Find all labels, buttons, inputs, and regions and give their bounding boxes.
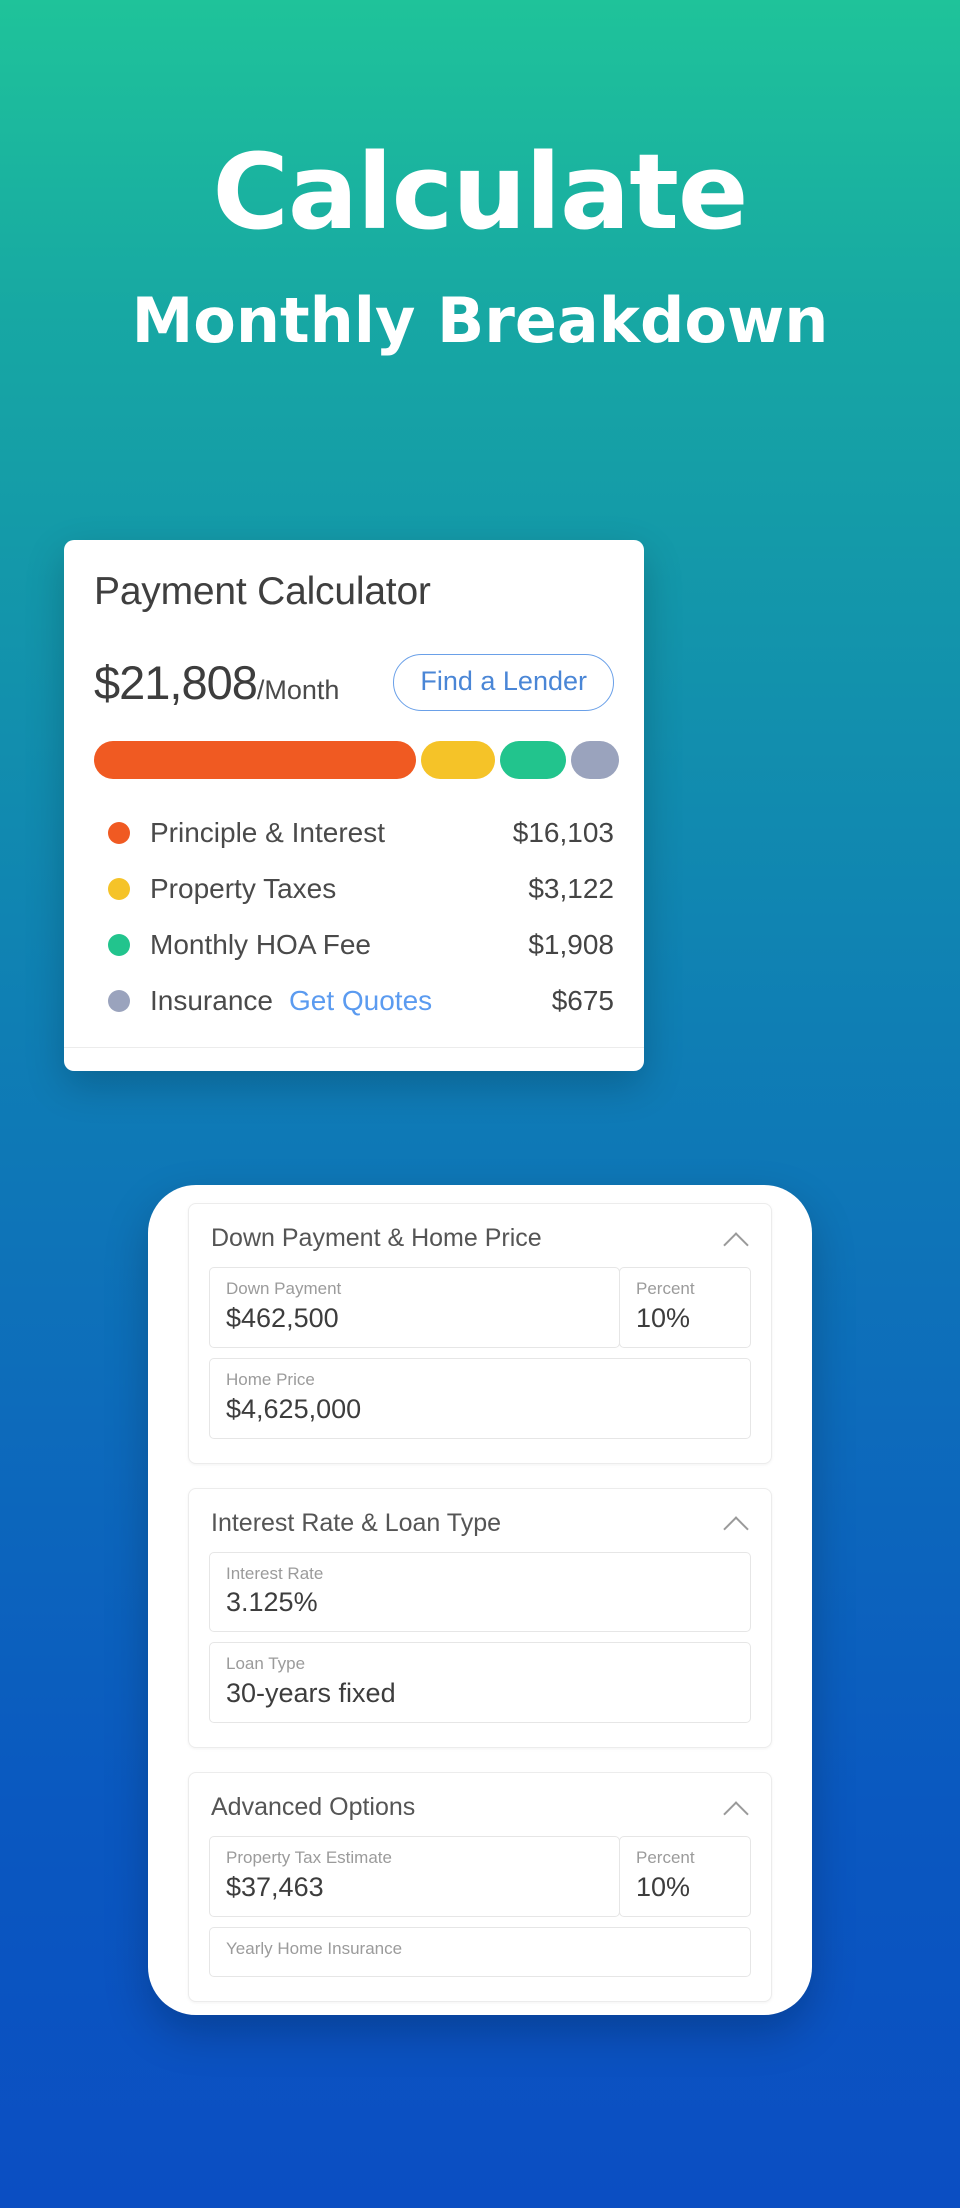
monthly-amount-row: $21,808/Month Find a Lender bbox=[94, 654, 614, 711]
input-value[interactable]: 3.125% bbox=[226, 1587, 734, 1618]
input-value[interactable]: 30-years fixed bbox=[226, 1678, 734, 1709]
bar-segment-4 bbox=[570, 741, 619, 779]
monthly-amount: $21,808/Month bbox=[94, 655, 339, 710]
hero-headline: Calculate Monthly Breakdown bbox=[0, 0, 960, 352]
payment-calculator-card: Payment Calculator $21,808/Month Find a … bbox=[64, 540, 644, 1071]
input-label: Home Price bbox=[226, 1369, 315, 1389]
chevron-up-icon[interactable] bbox=[723, 1226, 749, 1252]
legend-value: $675 bbox=[551, 985, 614, 1016]
legend-dot-icon bbox=[108, 878, 130, 900]
input-value[interactable]: 10% bbox=[636, 1872, 734, 1903]
form-section-header[interactable]: Advanced Options bbox=[189, 1773, 771, 1836]
form-section-title: Interest Rate & Loan Type bbox=[211, 1508, 502, 1537]
legend-value: $16,103 bbox=[512, 817, 614, 848]
input-value[interactable]: 10% bbox=[636, 1303, 734, 1334]
legend-dot-icon bbox=[108, 934, 130, 956]
input-label: Property Tax Estimate bbox=[226, 1848, 392, 1868]
input-field[interactable]: Loan Type 30-years fixed bbox=[209, 1642, 751, 1724]
legend-row: Property Taxes $3,122 bbox=[94, 861, 614, 917]
input-field[interactable]: Percent 10% bbox=[619, 1836, 751, 1917]
find-a-lender-button[interactable]: Find a Lender bbox=[393, 654, 614, 711]
legend-row: Monthly HOA Fee $1,908 bbox=[94, 917, 614, 973]
input-field[interactable]: Yearly Home Insurance bbox=[209, 1926, 751, 1977]
bar-segment-3 bbox=[500, 741, 566, 779]
legend-label: Principle & Interest bbox=[150, 817, 385, 848]
field-row: Home Price $4,625,000 bbox=[209, 1357, 751, 1439]
input-value[interactable]: $37,463 bbox=[226, 1872, 603, 1903]
input-field[interactable]: Interest Rate 3.125% bbox=[209, 1551, 751, 1633]
input-value[interactable]: $4,625,000 bbox=[226, 1394, 734, 1425]
legend-dot-icon bbox=[108, 822, 130, 844]
field-row: Interest Rate 3.125% bbox=[209, 1551, 751, 1633]
field-row: Down Payment $462,500 Percent 10% bbox=[209, 1267, 751, 1348]
input-label: Yearly Home Insurance bbox=[226, 1938, 403, 1958]
form-section: Advanced Options Property Tax Estimate $37… bbox=[188, 1772, 772, 2002]
legend-row: Insurance Get Quotes $675 bbox=[94, 973, 614, 1029]
monthly-amount-suffix: /Month bbox=[256, 675, 340, 705]
input-value[interactable]: $462,500 bbox=[226, 1303, 603, 1334]
chevron-up-icon[interactable] bbox=[723, 1795, 749, 1821]
legend-value: $3,122 bbox=[528, 873, 614, 904]
bar-segment-1 bbox=[94, 741, 417, 779]
card-divider bbox=[64, 1047, 644, 1071]
bar-segment-2 bbox=[421, 741, 496, 779]
form-section: Interest Rate & Loan Type Interest Rate 3.… bbox=[188, 1487, 772, 1749]
hero-title-line1: Calculate bbox=[212, 131, 749, 253]
form-section: Down Payment & Home Price Down Payment $46… bbox=[188, 1203, 772, 1464]
page-title: Payment Calculator bbox=[94, 570, 431, 613]
legend-label: Insurance bbox=[150, 985, 273, 1016]
form-section-header[interactable]: Down Payment & Home Price bbox=[189, 1204, 771, 1267]
input-field[interactable]: Home Price $4,625,000 bbox=[209, 1357, 751, 1439]
input-label: Interest Rate bbox=[226, 1563, 324, 1583]
legend-label: Property Taxes bbox=[150, 873, 337, 904]
field-row: Yearly Home Insurance bbox=[209, 1926, 751, 1977]
form-section-title: Down Payment & Home Price bbox=[211, 1224, 542, 1252]
form-section-title: Advanced Options bbox=[211, 1793, 416, 1822]
field-row: Property Tax Estimate $37,463 Percent 10% bbox=[209, 1836, 751, 1917]
legend-dot-icon bbox=[108, 990, 130, 1012]
input-field[interactable]: Property Tax Estimate $37,463 bbox=[209, 1836, 620, 1917]
input-label: Down Payment bbox=[226, 1279, 342, 1298]
input-field[interactable]: Down Payment $462,500 bbox=[209, 1267, 620, 1348]
breakdown-legend: Principle & Interest $16,103 Property Taxe… bbox=[94, 805, 614, 1029]
monthly-amount-value: $21,808 bbox=[94, 656, 258, 709]
chevron-up-icon[interactable] bbox=[723, 1510, 749, 1536]
get-quotes-link[interactable]: Get Quotes bbox=[289, 985, 432, 1017]
input-label: Loan Type bbox=[226, 1654, 306, 1674]
legend-label: Monthly HOA Fee bbox=[150, 929, 371, 960]
field-row: Loan Type 30-years fixed bbox=[209, 1642, 751, 1724]
calculator-form: Down Payment & Home Price Down Payment $46… bbox=[188, 1203, 772, 2015]
legend-row: Principle & Interest $16,103 bbox=[94, 805, 614, 861]
breakdown-bar bbox=[94, 741, 619, 779]
input-field[interactable]: Percent 10% bbox=[619, 1267, 751, 1348]
form-section-header[interactable]: Interest Rate & Loan Type bbox=[189, 1489, 771, 1552]
input-label: Percent bbox=[636, 1848, 695, 1868]
input-label: Percent bbox=[636, 1279, 695, 1298]
legend-value: $1,908 bbox=[528, 929, 614, 960]
hero-title-line2: Monthly Breakdown bbox=[131, 284, 829, 357]
phone-mockup: Down Payment & Home Price Down Payment $46… bbox=[148, 1185, 812, 2015]
